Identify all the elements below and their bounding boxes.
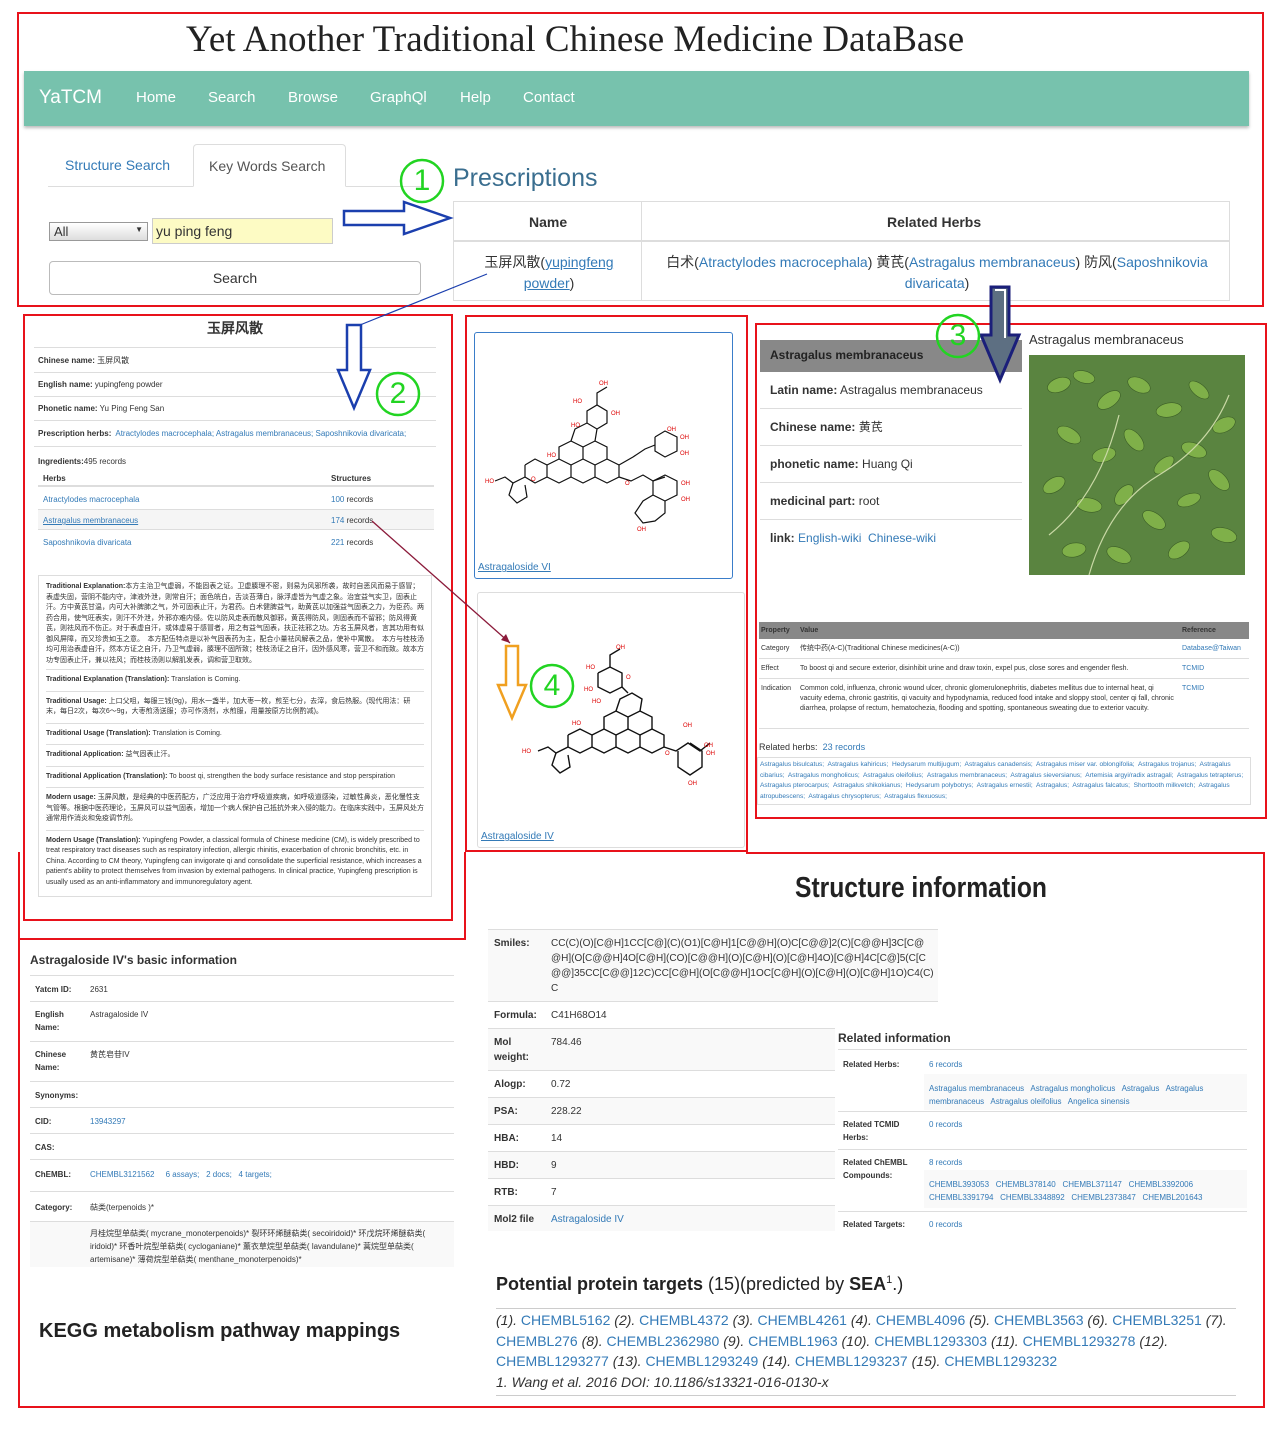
keyword-input[interactable]: yu ping feng [152,218,333,244]
targets-list: (1). CHEMBL5162 (2). CHEMBL4372 (3). CHE… [496,1308,1236,1396]
prescriptions-table: Name Related Herbs 玉屏风散(yupingfeng powde… [453,201,1230,301]
svg-text:HO: HO [485,479,494,485]
herb-property-table: Property Value Reference Category 传统中药(A… [759,622,1249,729]
nav-search[interactable]: Search [208,89,256,106]
bottom-frame-divider [464,852,466,940]
related-info-table: Related Herbs: 6 records Astragalus memb… [838,1049,1247,1229]
related-herbs-label: Related herbs: 23 records [759,742,866,752]
svg-text:HO: HO [547,453,556,459]
svg-text:O: O [665,751,670,757]
targets-reference: 1. Wang et al. 2016 DOI: 10.1186/s13321-… [496,1373,829,1390]
svg-text:OH: OH [706,751,715,757]
kegg-title: KEGG metabolism pathway mappings [39,1320,401,1342]
svg-text:O: O [626,675,631,681]
search-button[interactable]: Search [49,261,421,295]
compound-basic-title: Astragaloside IV's basic information [30,953,237,967]
svg-text:OH: OH [611,411,620,417]
marker-2: 2 [389,377,407,410]
svg-text:O: O [625,481,630,487]
english-wiki-link[interactable]: English-wiki [798,531,861,545]
herb-image-caption: Astragalus membranaceus [1029,332,1184,347]
molecule-structure-icon: OH HO O HO HO OH OH OH OH HO HO O [522,645,715,787]
svg-text:OH: OH [704,743,713,749]
marker-4: 4 [543,669,561,702]
herb-photo [1029,355,1245,575]
svg-text:OH: OH [688,781,697,787]
tab-keywords-label: Key Words Search [209,158,326,174]
svg-text:OH: OH [680,435,689,441]
structure-card-vi[interactable]: OH HO OH HO HO OH OH OH OH OH OH HO O O Astragalo… [474,332,733,579]
prescription-herbs-cell: 白术(Atractylodes macrocephala) 黄芪(Astraga… [666,254,1208,291]
navbar-brand[interactable]: YaTCM [39,87,102,109]
keyword-input-value: yu ping feng [156,223,233,239]
compound-basic-table: Yatcm ID: 2631 English Name: Astragaloside… [30,975,454,1267]
search-button-label: Search [212,270,258,286]
svg-text:HO: HO [571,423,580,429]
svg-text:HO: HO [572,721,581,727]
prescription-name-close: ) [569,275,575,291]
prescription-name-cn: 玉屏风散( [484,254,546,270]
structure-card-iv[interactable]: OH HO O HO HO OH OH OH OH HO HO O Astragaloside … [477,592,745,848]
tab-structure-search[interactable]: Structure Search [65,157,170,173]
svg-text:OH: OH [681,497,690,503]
svg-text:OH: OH [637,527,646,533]
prescription-detail-title: 玉屏风散 [34,318,436,348]
marker-1: 1 [413,164,431,197]
svg-text:HO: HO [573,399,582,405]
svg-text:HO: HO [586,665,595,671]
herb-detail-header: Astragalus membranaceus [760,340,1022,372]
col-name-header: Name [529,214,568,230]
table-row[interactable]: Saposhnikovia divaricata [43,538,132,547]
marker-3: 3 [949,319,967,352]
site-title: Yet Another Traditional Chinese Medicine… [185,19,965,60]
herb-link[interactable]: Atractylodes macrocephala [699,254,868,270]
svg-text:HO: HO [522,749,531,755]
nav-browse[interactable]: Browse [288,89,338,106]
herb-attributes: Latin name: Astragalus membranaceus Chin… [760,372,1022,557]
svg-text:HO: HO [592,699,601,705]
prescriptions-heading: Prescriptions [453,164,598,192]
navbar: YaTCM Home Search Browse GraphQl Help Co… [24,71,1249,126]
svg-text:HO: HO [584,687,593,693]
tab-keywords-search[interactable]: Key Words Search [193,144,346,187]
table-row[interactable]: Atractylodes macrocephala [43,495,140,504]
nav-help[interactable]: Help [460,89,491,106]
related-herbs-list: Astragalus bisulcatus; Astragalus kahiri… [757,757,1251,805]
svg-text:OH: OH [599,381,608,387]
prescription-detail: 玉屏风散 Chinese name: 玉屏风散 English name: yu… [34,318,436,918]
bottom-frame-top-right [746,852,1265,854]
nav-contact[interactable]: Contact [523,89,575,106]
category-select[interactable]: All ▼ [49,222,148,241]
svg-text:O: O [531,477,536,483]
prescription-name-cell: 玉屏风散(yupingfeng powder) [474,252,624,294]
svg-text:OH: OH [616,645,625,651]
structure-name-link[interactable]: Astragaloside VI [478,562,551,573]
chinese-wiki-link[interactable]: Chinese-wiki [868,531,936,545]
nav-graphql[interactable]: GraphQl [370,89,427,106]
table-row[interactable]: Astragalus membranaceus [43,516,138,525]
ingredients-table: Herbs Structures Atractylodes macrocepha… [34,469,436,554]
nav-home[interactable]: Home [136,89,176,106]
molecule-structure-icon: OH HO OH HO HO OH OH OH OH OH OH HO O O [485,381,690,533]
col-related-herbs-header: Related Herbs [887,214,982,230]
related-info-title: Related information [838,1031,951,1045]
targets-title: Potential protein targets (15)(predicted… [496,1274,904,1294]
svg-text:OH: OH [681,481,690,487]
herb-link[interactable]: Astragalus membranaceus [909,254,1076,270]
structure-name-link[interactable]: Astragaloside IV [481,831,554,842]
structure-info-table-2: Mol weight: 784.46 Alogp: 0.72 PSA: 228.22 … [488,1028,835,1231]
chevron-down-icon: ▼ [135,225,143,234]
structure-info-table: Smiles: CC(C)(O)[C@H]1CC[C@](C)(O1)[C@H]1… [488,929,938,1028]
bottom-frame-top-left [18,938,466,940]
svg-text:OH: OH [683,723,692,729]
category-select-value: All [54,224,69,239]
structure-info-title: Structure information [795,872,1047,904]
svg-text:OH: OH [680,451,689,457]
explanation-box: Traditional Explanation:本方主治卫气虚弱，不能固表之证。… [38,575,432,897]
svg-text:OH: OH [667,427,676,433]
